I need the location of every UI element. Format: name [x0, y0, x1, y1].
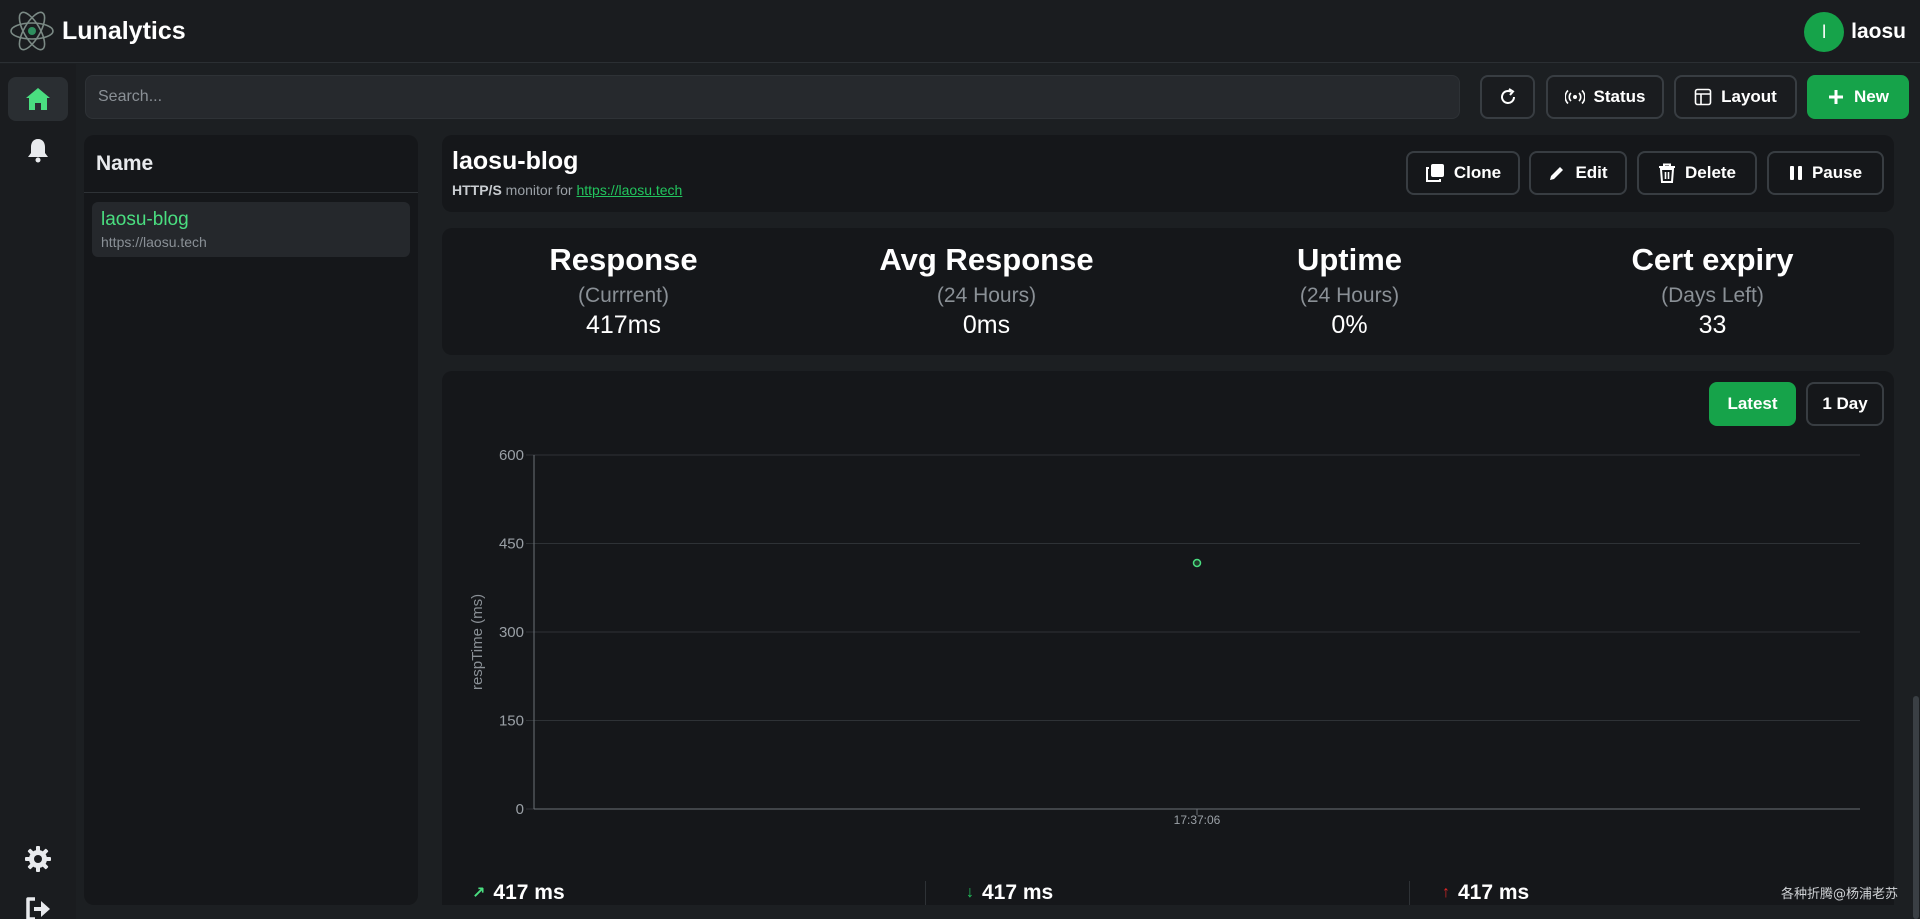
plus-icon [1829, 90, 1844, 104]
pause-label: Pause [1811, 163, 1863, 182]
layout-button-label: Layout [1721, 87, 1777, 106]
arrow-up-icon: ↑ [1442, 884, 1450, 901]
y-tick-label: 150 [499, 713, 524, 730]
sidebar [0, 64, 76, 919]
stat-subtitle: (24 Hours) [936, 284, 1037, 307]
edit-label: Edit [1575, 163, 1608, 182]
sidebar-item-home[interactable] [8, 77, 68, 121]
stat-value: 417ms [585, 311, 662, 339]
chart-card: Latest 1 Day 600 450 300 150 0 respTime (ms)… [442, 371, 1894, 905]
edit-button[interactable]: Edit [1529, 151, 1627, 195]
y-tick-label: 450 [499, 536, 524, 553]
stat-subtitle: (Currrent) [577, 284, 669, 307]
stat-uptime: Uptime (24 Hours) 0% [1168, 228, 1531, 355]
y-axis-ticks: 600 450 300 150 0 [499, 447, 524, 818]
user-menu[interactable]: l laosu [1804, 12, 1906, 52]
y-axis-label: respTime (ms) [469, 594, 486, 690]
user-name[interactable]: laosu [1851, 20, 1906, 44]
monitor-title: laosu-blog [452, 147, 579, 175]
stat-title: Response [549, 242, 698, 277]
refresh-icon [1500, 88, 1515, 104]
list-header: Name [84, 135, 418, 193]
monitor-type: HTTP/S [452, 182, 502, 198]
summary-value: 417 ms [982, 881, 1054, 904]
layout-icon [1694, 88, 1712, 106]
summary-divider [925, 881, 926, 905]
response-time-chart: 600 450 300 150 0 respTime (ms) 17:37:06 [469, 447, 1860, 827]
summary-value: 417 ms [1458, 881, 1530, 904]
search-input[interactable] [85, 75, 1460, 119]
home-icon [26, 88, 50, 110]
pencil-icon [1550, 167, 1564, 180]
sidebar-item-logout[interactable] [8, 887, 68, 919]
stats-card: Response (Currrent) 417ms Avg Response (… [442, 228, 1894, 355]
bell-icon [28, 139, 48, 163]
app-name: Lunalytics [62, 16, 186, 45]
broadcast-icon [1564, 89, 1585, 105]
trash-icon [1658, 163, 1675, 183]
delete-button[interactable]: Delete [1637, 151, 1757, 195]
list-item-url: https://laosu.tech [101, 234, 207, 250]
stat-title: Uptime [1296, 242, 1403, 277]
new-button-label: New [1854, 87, 1889, 106]
watermark: 各种折腾@杨浦老苏 [1780, 887, 1898, 902]
atom-logo-icon [10, 11, 54, 51]
stat-value: 33 [1698, 311, 1727, 339]
stat-response: Response (Currrent) 417ms [442, 228, 805, 355]
stat-value: 0ms [962, 311, 1011, 339]
y-tick-label: 0 [516, 801, 524, 818]
sidebar-item-settings[interactable] [8, 837, 68, 881]
monitor-subtitle-text: monitor for [505, 182, 573, 198]
stat-subtitle: (24 Hours) [1299, 284, 1400, 307]
y-tick-label: 600 [499, 447, 524, 464]
logout-icon [26, 897, 50, 919]
chart-points [1192, 558, 1202, 568]
stat-value: 0% [1331, 311, 1368, 339]
top-bar: Lunalytics l laosu [0, 0, 1920, 63]
delete-label: Delete [1684, 163, 1737, 182]
x-axis-ticks: 17:37:06 [1174, 809, 1221, 827]
sidebar-item-notifications[interactable] [8, 128, 68, 172]
list-item[interactable]: laosu-blog https://laosu.tech [92, 202, 410, 257]
clone-icon [1425, 164, 1444, 182]
stat-subtitle: (Days Left) [1661, 284, 1764, 307]
summary-value: 417 ms [493, 881, 565, 904]
status-button-label: Status [1593, 87, 1646, 106]
summary-divider [1409, 881, 1410, 905]
stat-cert-expiry: Cert expiry (Days Left) 33 [1531, 228, 1894, 355]
monitor-url-link[interactable]: https://laosu.tech [576, 182, 682, 198]
arrow-down-icon: ↓ [966, 884, 974, 901]
chart-grid [526, 454, 1860, 810]
list-item-name: laosu-blog [101, 209, 189, 230]
stat-title: Cert expiry [1631, 242, 1794, 277]
monitor-subtitle: HTTP/S monitor for https://laosu.tech [452, 182, 682, 198]
stat-title: Avg Response [879, 242, 1094, 277]
layout-button[interactable]: Layout [1674, 75, 1797, 119]
monitor-list-panel: Name laosu-blog https://laosu.tech [84, 135, 418, 905]
monitor-header: laosu-blog HTTP/S monitor for https://la… [442, 135, 1894, 212]
clone-button[interactable]: Clone [1406, 151, 1520, 195]
summary-min: ↓ 417 ms [966, 881, 1053, 905]
clone-label: Clone [1453, 163, 1502, 182]
new-monitor-button[interactable]: New [1807, 75, 1909, 119]
pause-button[interactable]: Pause [1767, 151, 1884, 195]
refresh-button[interactable] [1480, 75, 1535, 119]
status-button[interactable]: Status [1546, 75, 1664, 119]
data-point[interactable] [1192, 558, 1202, 568]
x-tick-label: 17:37:06 [1174, 813, 1221, 827]
brand[interactable]: Lunalytics [8, 7, 186, 55]
pause-icon [1789, 166, 1802, 180]
scrollbar-thumb[interactable] [1913, 696, 1919, 919]
gear-icon [25, 846, 51, 872]
summary-avg: ↗ 417 ms [472, 881, 565, 905]
trend-icon: ↗ [472, 885, 486, 902]
stat-avg-response: Avg Response (24 Hours) 0ms [805, 228, 1168, 355]
y-tick-label: 300 [499, 624, 524, 641]
summary-max: ↑ 417 ms [1442, 881, 1529, 905]
avatar[interactable]: l [1804, 12, 1845, 52]
